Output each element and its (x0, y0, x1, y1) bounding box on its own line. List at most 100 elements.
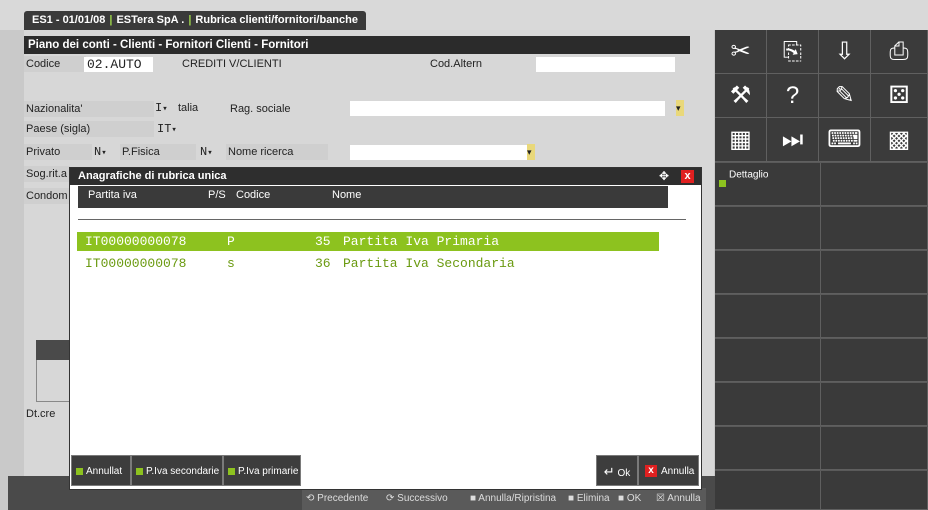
chevron-down-icon[interactable]: ▾ (207, 148, 212, 158)
firm-label: ESTera SpA . (116, 14, 185, 26)
company-label: ES1 - 01/01/08 (32, 14, 106, 26)
empty-action-button[interactable] (715, 339, 821, 382)
empty-action-button[interactable] (715, 251, 821, 294)
chevron-down-icon[interactable]: ▾ (171, 125, 176, 135)
row-nome: Partita Iva Primaria (343, 234, 500, 249)
nazionalita-field[interactable]: I▾ (155, 101, 168, 115)
window-title: Rubrica clienti/fornitori/banche (195, 14, 358, 26)
annulla-ripristina-button[interactable]: ■ Annulla/Ripristina (470, 492, 556, 506)
empty-action-button[interactable] (821, 295, 928, 338)
col-codice[interactable]: Codice (236, 189, 270, 201)
nazionalita-label: Nazionalita' (24, 101, 154, 117)
row-piva: IT00000000078 (85, 234, 187, 249)
hidden-panel-header (36, 340, 70, 360)
empty-action-button[interactable] (715, 207, 821, 250)
piva-secondarie-label: P.Iva secondarie (146, 466, 220, 477)
help-icon[interactable]: ? (767, 74, 819, 118)
row-piva: IT00000000078 (85, 256, 187, 271)
empty-action-button[interactable] (821, 427, 928, 470)
empty-action-button[interactable] (715, 295, 821, 338)
rag-sociale-dropdown[interactable]: ▾ (676, 100, 684, 116)
printer-icon[interactable]: ⎙ (871, 30, 928, 74)
table-row[interactable]: IT00000000078 s 36 Partita Iva Secondari… (77, 254, 659, 273)
col-nome[interactable]: Nome (332, 189, 361, 201)
keyboard-icon[interactable]: ⌨ (819, 118, 871, 162)
dettaglio-button[interactable]: Dettaglio (715, 163, 821, 206)
close-icon[interactable]: x (681, 170, 694, 183)
row-nome: Partita Iva Secondaria (343, 256, 515, 271)
forward-icon[interactable]: ⏭ (767, 118, 819, 162)
dettaglio-label: Dettaglio (729, 169, 769, 181)
privato-field[interactable]: N▾ (94, 145, 107, 159)
copy-icon[interactable]: ⎘ (767, 30, 819, 74)
empty-action-button[interactable] (821, 251, 928, 294)
notepad-icon[interactable]: ✎ (819, 74, 871, 118)
tray-icon[interactable]: ⇩ (819, 30, 871, 74)
ok-button[interactable]: ↵ Ok (596, 455, 638, 486)
successivo-button[interactable]: ⟳ Successivo (386, 492, 448, 506)
empty-action-button[interactable] (821, 163, 928, 206)
ok-bottom-button[interactable]: ■ OK (618, 492, 641, 506)
successivo-label: Successivo (397, 493, 448, 504)
nome-ricerca-label: Nome ricerca (226, 144, 328, 160)
rubrica-dialog: Anagrafiche di rubrica unica ✥ x Partita… (69, 167, 702, 490)
annulla-bottom-button[interactable]: ☒ Annulla (656, 492, 701, 506)
col-ps[interactable]: P/S (208, 189, 226, 201)
row-ps: s (227, 256, 235, 271)
row-codice: 36 (315, 256, 331, 271)
dice-icon[interactable]: ⚄ (871, 74, 928, 118)
empty-action-button[interactable] (821, 471, 928, 510)
grid-icon[interactable]: ▩ (871, 118, 928, 162)
row-ps: P (227, 234, 235, 249)
codice-field[interactable]: 02.AUTO (84, 57, 153, 72)
elimina-label: Elimina (576, 493, 610, 504)
nome-ricerca-field[interactable] (350, 145, 527, 160)
piva-primarie-button[interactable]: P.Iva primarie (223, 455, 301, 486)
empty-action-button[interactable] (715, 471, 821, 510)
enter-icon: ↵ (603, 464, 615, 479)
precedente-button[interactable]: ⟲ Precedente (306, 492, 368, 506)
empty-action-button[interactable] (821, 339, 928, 382)
condom-label: Condom (24, 188, 70, 204)
table-row[interactable]: IT00000000078 P 35 Partita Iva Primaria (77, 232, 659, 251)
scissors-icon[interactable]: ✂ (715, 30, 767, 74)
empty-action-button[interactable] (821, 383, 928, 426)
annullat-button[interactable]: Annullat (71, 455, 131, 486)
ok-bottom-label: OK (626, 493, 642, 504)
wrench-icon[interactable]: ⚒ (715, 74, 767, 118)
chevron-down-icon[interactable]: ▾ (162, 104, 167, 114)
annulla-ripristina-label: Annulla/Ripristina (478, 493, 557, 504)
codice-label: Codice (24, 56, 86, 72)
header-divider (78, 219, 686, 220)
privato-label: Privato (24, 144, 92, 160)
annullat-label: Annullat (86, 466, 123, 477)
empty-action-button[interactable] (821, 207, 928, 250)
cod-altern-field[interactable] (536, 57, 675, 72)
empty-action-button[interactable] (715, 383, 821, 426)
sogrit-label: Sog.rit.a (24, 166, 70, 182)
empty-action-button[interactable] (715, 427, 821, 470)
right-panel: ✂ ⎘ ⇩ ⎙ ⚒ ? ✎ ⚄ ▦ ⏭ ⌨ ▩ Dettaglio (715, 30, 928, 510)
move-icon[interactable]: ✥ (658, 170, 670, 182)
chevron-down-icon[interactable]: ▾ (101, 148, 106, 158)
rag-sociale-label: Rag. sociale (230, 103, 291, 115)
dialog-title: Anagrafiche di rubrica unica (70, 168, 701, 185)
annulla-label: Annulla (661, 466, 695, 477)
piva-secondarie-button[interactable]: P.Iva secondarie (131, 455, 223, 486)
elimina-button[interactable]: ■ Elimina (568, 492, 610, 506)
col-partita-iva[interactable]: Partita iva (88, 189, 137, 201)
annulla-button[interactable]: x Annulla (638, 455, 699, 486)
cancel-icon: x (645, 465, 657, 478)
ok-label: Ok (617, 468, 631, 479)
row-codice: 35 (315, 234, 331, 249)
calculator-icon[interactable]: ▦ (715, 118, 767, 162)
paese-value: IT (157, 122, 172, 136)
paese-field[interactable]: IT▾ (157, 122, 177, 136)
nome-ricerca-dropdown[interactable]: ▾ (527, 144, 535, 160)
nazionalita-description: talia (178, 102, 199, 114)
rag-sociale-field[interactable] (350, 101, 665, 116)
cod-altern-label: Cod.Altern (430, 58, 482, 70)
pfisica-field[interactable]: N▾ (200, 145, 213, 159)
window-tab[interactable]: ES1 - 01/01/08 | ESTera SpA . | Rubrica clie… (24, 11, 366, 30)
codice-description: CREDITI V/CLIENTI (182, 58, 282, 70)
